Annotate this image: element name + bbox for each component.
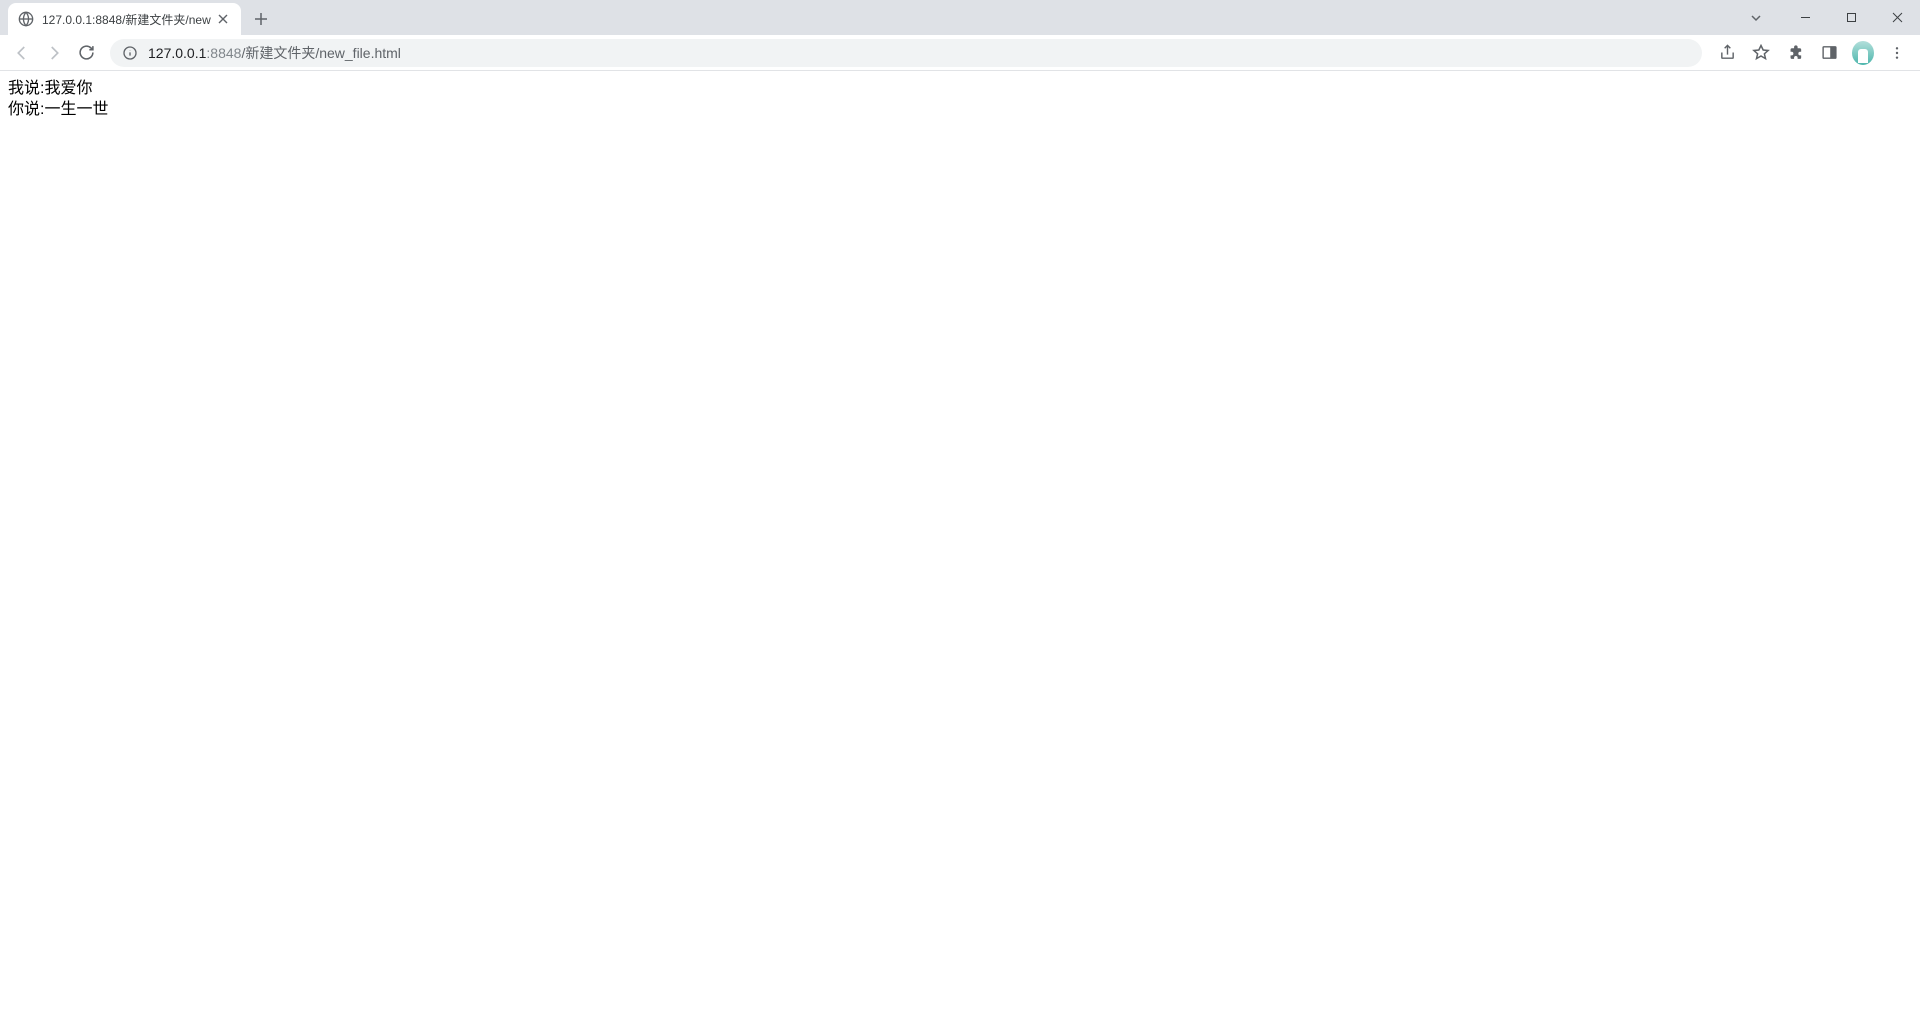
back-button[interactable] bbox=[8, 39, 36, 67]
window-close-button[interactable] bbox=[1874, 0, 1920, 35]
site-info-icon[interactable] bbox=[122, 45, 138, 61]
forward-button[interactable] bbox=[40, 39, 68, 67]
avatar-icon bbox=[1852, 41, 1874, 65]
reload-button[interactable] bbox=[72, 39, 100, 67]
minimize-button[interactable] bbox=[1782, 0, 1828, 35]
page-line-2: 你说:一生一世 bbox=[8, 100, 1912, 121]
new-tab-button[interactable] bbox=[247, 5, 275, 33]
tab-title: 127.0.0.1:8848/新建文件夹/new bbox=[42, 11, 211, 28]
page-viewport: 我说:我爱你 你说:一生一世 bbox=[0, 71, 1920, 129]
address-bar[interactable]: 127.0.0.1:8848/新建文件夹/new_file.html bbox=[110, 39, 1702, 67]
share-button[interactable] bbox=[1712, 38, 1742, 68]
side-panel-button[interactable] bbox=[1814, 38, 1844, 68]
close-tab-button[interactable] bbox=[215, 11, 231, 27]
tab-strip: 127.0.0.1:8848/新建文件夹/new bbox=[0, 0, 1920, 35]
maximize-button[interactable] bbox=[1828, 0, 1874, 35]
profile-button[interactable] bbox=[1848, 38, 1878, 68]
browser-toolbar: 127.0.0.1:8848/新建文件夹/new_file.html bbox=[0, 35, 1920, 71]
menu-button[interactable] bbox=[1882, 38, 1912, 68]
browser-tab[interactable]: 127.0.0.1:8848/新建文件夹/new bbox=[8, 3, 241, 35]
toolbar-actions bbox=[1710, 38, 1914, 68]
bookmark-button[interactable] bbox=[1746, 38, 1776, 68]
extensions-button[interactable] bbox=[1780, 38, 1810, 68]
window-controls bbox=[1740, 0, 1920, 35]
url-path: /新建文件夹/new_file.html bbox=[241, 43, 400, 63]
page-line-1: 我说:我爱你 bbox=[8, 79, 1912, 100]
globe-icon bbox=[18, 11, 34, 27]
url-port: :8848 bbox=[206, 45, 241, 61]
url-host: 127.0.0.1 bbox=[148, 45, 206, 61]
tab-search-button[interactable] bbox=[1740, 2, 1772, 34]
